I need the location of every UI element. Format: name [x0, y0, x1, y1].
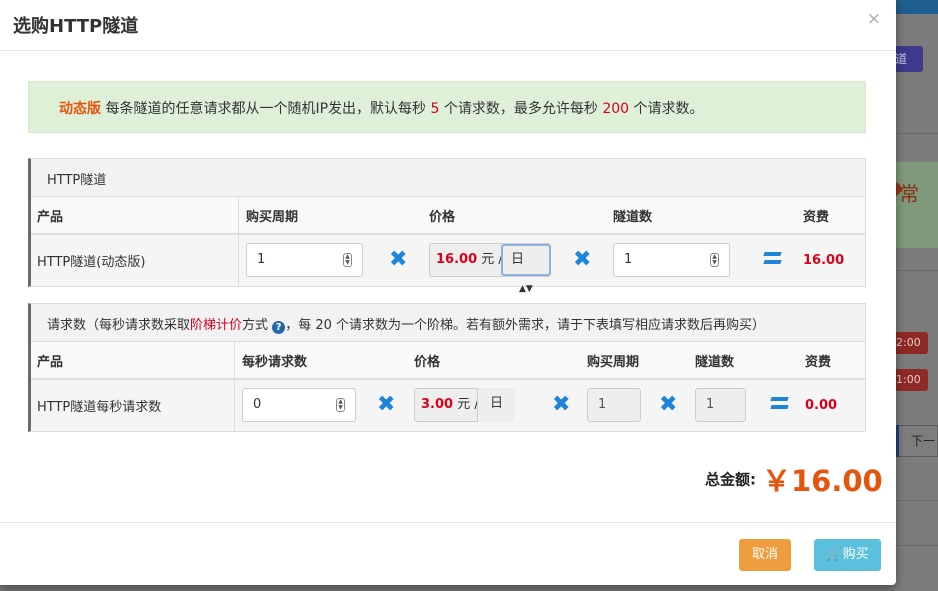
- alert-text: 每条隧道的任意请求都从一个随机IP发出，默认每秒: [101, 101, 431, 117]
- period-stepper[interactable]: 1 ▲ ▼: [246, 243, 363, 277]
- request-period-field: 1: [587, 388, 641, 422]
- header-period: 购买周期: [246, 209, 299, 225]
- request-row: HTTP隧道每秒请求数 0 ▲ ▼ ✖ 3.00 元 / 日 ✖ 1 ✖ 1 0.0…: [31, 380, 865, 431]
- background-topbar: [895, 0, 938, 14]
- header-price: 价格: [429, 209, 456, 225]
- tunnel-panel: HTTP隧道 产品 购买周期 价格 隧道数 资费 HTTP隧道(动态版) 1 ▲ ▼…: [28, 158, 866, 294]
- multiply-icon: ✖: [389, 247, 408, 272]
- modal-header: 选购HTTP隧道 ×: [0, 0, 896, 51]
- background-divider: [895, 500, 938, 501]
- background-divider: [895, 133, 938, 134]
- background-banner: 常: [887, 162, 938, 248]
- total-value: ￥16.00: [762, 464, 883, 498]
- header-period: 购买周期: [587, 354, 640, 370]
- product-name: HTTP隧道(动态版): [37, 255, 146, 270]
- multiply-icon: ✖: [573, 247, 592, 272]
- period-unit-value: 日: [511, 252, 525, 267]
- help-icon[interactable]: ?: [272, 321, 286, 334]
- background-divider: [895, 270, 938, 271]
- buy-button[interactable]: 🛒购买: [814, 539, 881, 571]
- product-name: HTTP隧道每秒请求数: [37, 400, 162, 415]
- background-page: [895, 0, 938, 591]
- total-label: 总金额:: [705, 470, 756, 489]
- tunnel-fee: 16.00: [803, 253, 845, 268]
- tunnel-count-value: 1: [624, 252, 633, 267]
- column-divider: [234, 342, 235, 378]
- request-table-header: 产品 每秒请求数 价格 购买周期 隧道数 资费: [31, 342, 865, 380]
- alert-text: 个请求数。: [629, 101, 704, 117]
- unit-price: 3.00: [421, 397, 454, 412]
- multiply-icon: ✖: [659, 392, 678, 417]
- header-count: 隧道数: [695, 354, 735, 370]
- multiply-icon: ✖: [552, 392, 571, 417]
- header-product: 产品: [37, 354, 64, 370]
- header-count: 隧道数: [613, 209, 653, 225]
- background-divider: [895, 545, 938, 546]
- select-caret-icon: ▲▼: [519, 284, 533, 294]
- unit-price: 16.00: [436, 252, 478, 267]
- tiered-pricing-link[interactable]: 阶梯计价: [190, 318, 242, 333]
- request-title-text: 方式: [242, 318, 269, 333]
- header-fee: 资费: [805, 354, 832, 370]
- request-fee: 0.00: [805, 398, 838, 413]
- close-icon[interactable]: ×: [867, 9, 881, 29]
- period-value: 1: [257, 252, 266, 267]
- equals-icon: [763, 252, 782, 265]
- spinner-arrows-icon[interactable]: ▲ ▼: [343, 253, 352, 267]
- total-amount: 总金额: ￥16.00: [705, 458, 883, 500]
- price-unit: 元 /: [457, 397, 479, 412]
- tunnel-row: HTTP隧道(动态版) 1 ▲ ▼ ✖ 16.00 元 / 日 ▲▼ ✖ 1 ▲ ▼ 16…: [31, 235, 865, 294]
- header-price: 价格: [414, 354, 441, 370]
- cart-icon: 🛒: [826, 547, 843, 562]
- request-title-text: ，每 20 个请求数为一个阶梯。若有额外需求，请于下表填写相应请求数后再购买）: [285, 318, 765, 333]
- request-count-field: 1: [695, 388, 746, 422]
- request-title-text: 请求数（每秒请求数采取: [47, 318, 191, 333]
- tunnel-panel-title: HTTP隧道: [31, 159, 865, 197]
- edition-label: 动态版: [59, 101, 101, 117]
- spinner-arrows-icon[interactable]: ▲ ▼: [710, 253, 719, 267]
- column-divider: [234, 380, 235, 431]
- request-rate-value: 0: [253, 397, 262, 412]
- background-next-button: 下一: [896, 425, 938, 457]
- tunnel-table-header: 产品 购买周期 价格 隧道数 资费: [31, 197, 865, 235]
- period-unit-label: 日: [477, 388, 516, 422]
- header-product: 产品: [37, 209, 64, 225]
- modal-footer: 取消 🛒购买: [0, 522, 896, 585]
- request-panel-title: 请求数（每秒请求数采取阶梯计价方式 ? ，每 20 个请求数为一个阶梯。若有额外需…: [31, 304, 865, 342]
- modal-title: 选购HTTP隧道: [13, 16, 139, 37]
- price-unit: 元 /: [481, 252, 503, 267]
- column-divider: [238, 197, 239, 233]
- max-rate: 200: [602, 101, 630, 117]
- multiply-icon: ✖: [377, 392, 396, 417]
- tunnel-count-stepper[interactable]: 1 ▲ ▼: [613, 243, 730, 277]
- spinner-arrows-icon[interactable]: ▲ ▼: [336, 398, 345, 412]
- period-unit-select[interactable]: 日 ▲▼: [501, 244, 551, 294]
- alert-text: 个请求数，最多允许每秒: [439, 101, 603, 117]
- equals-icon: [770, 397, 789, 410]
- request-panel: 请求数（每秒请求数采取阶梯计价方式 ? ，每 20 个请求数为一个阶梯。若有额外需…: [28, 303, 866, 432]
- cancel-button[interactable]: 取消: [739, 539, 791, 571]
- purchase-modal: 选购HTTP隧道 × 动态版 每条隧道的任意请求都从一个随机IP发出，默认每秒 …: [0, 0, 896, 585]
- header-fee: 资费: [803, 209, 830, 225]
- buy-label: 购买: [842, 547, 869, 562]
- background-banner-text: 常: [899, 182, 919, 206]
- column-divider: [238, 235, 239, 286]
- header-rate: 每秒请求数: [242, 354, 308, 370]
- request-rate-stepper[interactable]: 0 ▲ ▼: [242, 388, 356, 422]
- info-alert: 动态版 每条隧道的任意请求都从一个随机IP发出，默认每秒 5 个请求数，最多允许…: [28, 81, 866, 133]
